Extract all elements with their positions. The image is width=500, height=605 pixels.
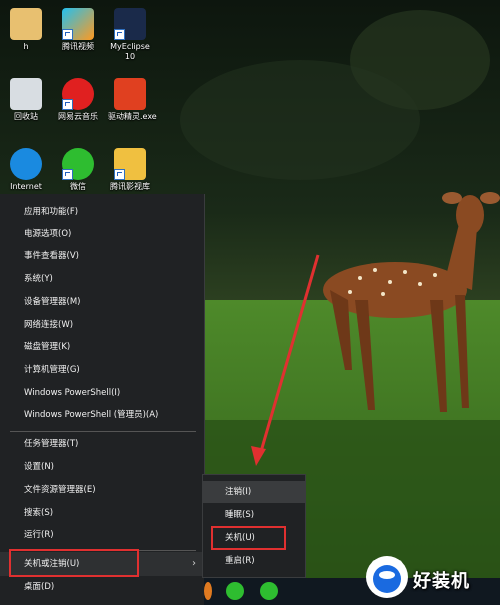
driver-genius-icon — [114, 78, 146, 110]
menu-item-task-manager[interactable]: 任务管理器(T) — [0, 433, 204, 455]
menu-item-powershell-admin[interactable]: Windows PowerShell (管理员)(A) — [0, 404, 204, 426]
submenu-item-restart[interactable]: 重启(R) — [203, 550, 305, 572]
user-folder-icon — [10, 8, 42, 40]
menu-item-run[interactable]: 运行(R) — [0, 524, 204, 546]
desktop-icon-wechat[interactable]: 微信 — [56, 148, 100, 192]
menu-item-power-options[interactable]: 电源选项(O) — [0, 223, 204, 245]
menu-item-network-connections[interactable]: 网络连接(W) — [0, 314, 204, 336]
menu-item-desktop[interactable]: 桌面(D) — [0, 576, 204, 598]
menu-item-file-explorer[interactable]: 文件资源管理器(E) — [0, 479, 204, 501]
tencent-video-icon — [62, 8, 94, 40]
menu-item-settings[interactable]: 设置(N) — [0, 456, 204, 478]
menu-item-search[interactable]: 搜索(S) — [0, 502, 204, 524]
desktop-icon-myeclipse[interactable]: MyEclipse 10 — [108, 8, 152, 62]
refresh-app-icon[interactable] — [226, 582, 244, 600]
menu-item-apps-features[interactable]: 应用和功能(F) — [0, 201, 204, 223]
submenu-item-sleep[interactable]: 睡眠(S) — [203, 504, 305, 526]
desktop-icon-tencent-film-library[interactable]: 腾讯影视库 — [108, 148, 152, 192]
menu-item-system[interactable]: 系统(Y) — [0, 268, 204, 290]
winx-context-menu: 应用和功能(F) 电源选项(O) 事件查看器(V) 系统(Y) 设备管理器(M)… — [0, 194, 205, 605]
desktop-icon-recycle-bin[interactable]: 回收站 — [4, 78, 48, 122]
menu-item-device-manager[interactable]: 设备管理器(M) — [0, 291, 204, 313]
menu-separator — [10, 431, 196, 432]
watermark-text: 好装机 — [413, 571, 470, 592]
chevron-right-icon: › — [192, 558, 196, 569]
desktop-icon-netease-music[interactable]: 网易云音乐 — [56, 78, 100, 122]
desktop-icon-internet-explorer[interactable]: Internet — [4, 148, 48, 192]
desktop-icon-driver-genius[interactable]: 驱动精灵.exe — [108, 78, 157, 122]
wechat-icon — [62, 148, 94, 180]
menu-item-disk-management[interactable]: 磁盘管理(K) — [0, 336, 204, 358]
myeclipse-icon — [114, 8, 146, 40]
menu-item-computer-management[interactable]: 计算机管理(G) — [0, 359, 204, 381]
wechat-taskbar-icon[interactable] — [260, 582, 278, 600]
desktop-icon-tencent-video[interactable]: 腾讯视频 — [56, 8, 100, 52]
highlight-box-shutdown-signout — [9, 549, 139, 577]
submenu-item-sign-out[interactable]: 注销(I) — [203, 481, 305, 503]
netease-music-icon — [62, 78, 94, 110]
menu-item-event-viewer[interactable]: 事件查看器(V) — [0, 245, 204, 267]
internet-explorer-icon — [10, 148, 42, 180]
site-watermark: 好装机 — [363, 547, 500, 605]
taskbar-app-icon[interactable] — [204, 582, 212, 600]
desktop-icon-user-folder[interactable]: h — [4, 8, 48, 52]
watermark-logo-icon — [366, 556, 408, 598]
folder-icon — [114, 148, 146, 180]
recycle-bin-icon — [10, 78, 42, 110]
menu-item-powershell[interactable]: Windows PowerShell(I) — [0, 382, 204, 404]
highlight-box-shutdown — [211, 526, 286, 550]
